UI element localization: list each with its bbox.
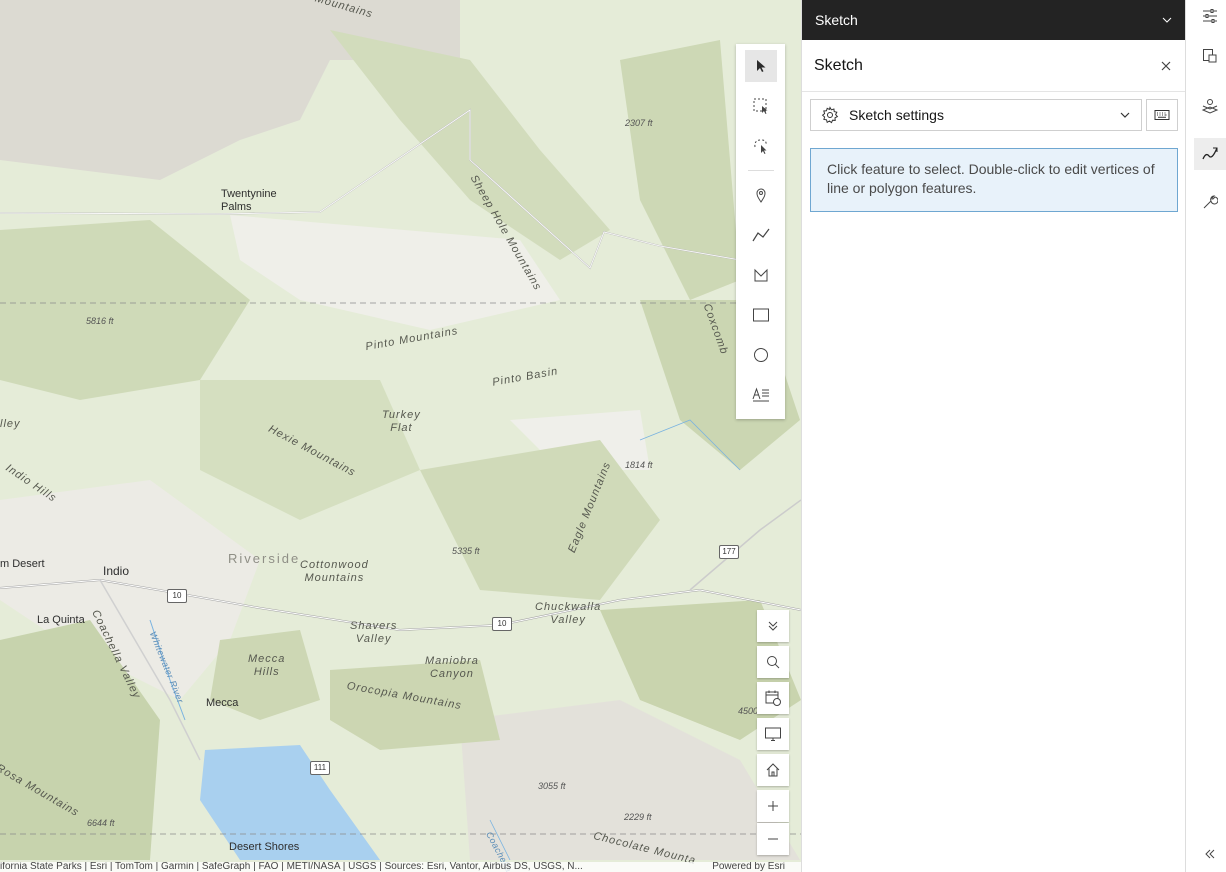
highway-shield: 111	[310, 761, 330, 775]
elevation-label: 2307 ft	[625, 118, 653, 128]
map-label-indio: Indio	[103, 564, 130, 578]
tools-action-button[interactable]	[1194, 186, 1226, 218]
rectangle-tool-button[interactable]	[745, 299, 777, 331]
map-view[interactable]: un Mountains Sheep Hole Mountains Coxcom…	[0, 0, 801, 872]
point-tool-button[interactable]	[745, 179, 777, 211]
map-label-twentynine-palms: Twentynine Palms	[221, 188, 277, 213]
action-rail	[1185, 0, 1226, 872]
screen-icon	[765, 727, 781, 741]
keyboard-icon	[1154, 110, 1170, 120]
elevation-label: 1814 ft	[625, 460, 653, 470]
map-attribution: ifornia State Parks | Esri | TomTom | Ga…	[0, 862, 801, 872]
search-icon	[767, 656, 780, 669]
settings-action-button[interactable]	[1194, 0, 1226, 32]
settings-row: Sketch settings	[810, 99, 1178, 131]
home-button[interactable]	[757, 754, 789, 786]
sketch-action-button[interactable]	[1194, 138, 1226, 170]
sketch-title: Sketch	[814, 56, 863, 74]
lasso-select-icon	[754, 139, 767, 154]
gear-icon	[821, 106, 839, 124]
text-icon	[752, 387, 769, 402]
settings-sliders-icon	[1203, 9, 1217, 23]
basemap-action-button[interactable]	[1194, 90, 1226, 122]
map-label-turkey-flat: Turkey Flat	[382, 409, 421, 434]
close-icon[interactable]	[1159, 59, 1173, 73]
select-icon	[757, 60, 766, 72]
home-icon	[766, 763, 780, 777]
layer-list-button[interactable]	[757, 682, 789, 714]
map-label-riverside: Riverside	[228, 551, 301, 566]
basemap-icon	[1201, 99, 1219, 114]
expand-collapse-button[interactable]	[757, 610, 789, 642]
selection-hint-notice: Click feature to select. Double-click to…	[810, 148, 1178, 212]
zoom-in-icon	[768, 801, 778, 811]
map-label-mecca-hills: Mecca Hills	[248, 653, 286, 678]
text-tool-button[interactable]	[745, 379, 777, 411]
select-tool-button[interactable]	[745, 50, 777, 82]
panel-header-title: Sketch	[815, 12, 858, 28]
map-label-palm-desert: m Desert	[0, 558, 45, 570]
zoom-in-button[interactable]	[757, 790, 789, 822]
circle-icon	[754, 348, 768, 362]
map-label-desert-shores: Desert Shores	[229, 841, 300, 853]
sketch-panel: Sketch Sketch Sketch settings Click feat…	[801, 0, 1185, 872]
layer-list-icon	[765, 690, 781, 706]
chevron-down-icon	[1120, 112, 1130, 118]
zoom-out-button[interactable]	[757, 823, 789, 855]
map-label-maniobra: Maniobra Canyon	[425, 655, 479, 680]
toolbar-divider	[748, 170, 774, 171]
polyline-tool-button[interactable]	[745, 219, 777, 251]
point-icon	[756, 188, 766, 203]
map-label-cottonwood: Cottonwood Mountains	[300, 559, 369, 584]
highway-shield: 10	[492, 617, 512, 631]
sketch-widget-header: Sketch	[802, 40, 1185, 92]
sketch-toolbar	[736, 44, 785, 419]
chevrons-down-icon	[768, 621, 778, 631]
attribution-text: ifornia State Parks | Esri | TomTom | Ga…	[0, 862, 583, 872]
map-label-mecca: Mecca	[206, 697, 239, 709]
search-button[interactable]	[757, 646, 789, 678]
screen-button[interactable]	[757, 718, 789, 750]
lasso-select-tool-button[interactable]	[745, 130, 777, 162]
chevron-down-icon[interactable]	[1161, 14, 1173, 26]
keyboard-shortcuts-button[interactable]	[1146, 99, 1178, 131]
collapse-panel-button[interactable]	[1194, 838, 1226, 870]
highway-shield: 177	[719, 545, 739, 559]
zoom-out-icon	[768, 838, 778, 840]
sketch-icon	[1202, 147, 1218, 160]
circle-tool-button[interactable]	[745, 339, 777, 371]
polyline-icon	[752, 228, 770, 242]
legend-icon	[1203, 49, 1217, 63]
collapse-panel-icon	[1205, 849, 1215, 859]
sketch-settings-label: Sketch settings	[849, 107, 944, 123]
elevation-label: 5335 ft	[452, 546, 480, 556]
powered-by-esri[interactable]: Powered by Esri	[712, 862, 785, 872]
elevation-label: 3055 ft	[538, 781, 566, 791]
polygon-icon	[754, 268, 768, 282]
rectangle-icon	[753, 308, 769, 322]
tools-wrench-icon	[1203, 195, 1218, 209]
rectangle-select-icon	[753, 98, 768, 114]
terrain-background	[0, 0, 801, 872]
map-label-valley-left: lley	[0, 418, 21, 430]
map-label-shavers: Shavers Valley	[350, 620, 398, 645]
highway-shield: 10	[167, 589, 187, 603]
panel-header[interactable]: Sketch	[802, 0, 1185, 40]
elevation-label: 6644 ft	[87, 818, 115, 828]
elevation-label: 5816 ft	[86, 316, 114, 326]
rectangle-select-tool-button[interactable]	[745, 90, 777, 122]
sketch-settings-dropdown[interactable]: Sketch settings	[810, 99, 1142, 131]
polygon-tool-button[interactable]	[745, 259, 777, 291]
elevation-label: 4500	[738, 706, 759, 716]
legend-action-button[interactable]	[1194, 40, 1226, 72]
map-label-chuckwalla: Chuckwalla Valley	[535, 601, 602, 626]
elevation-label: 2229 ft	[624, 812, 652, 822]
map-label-la-quinta: La Quinta	[37, 614, 85, 626]
